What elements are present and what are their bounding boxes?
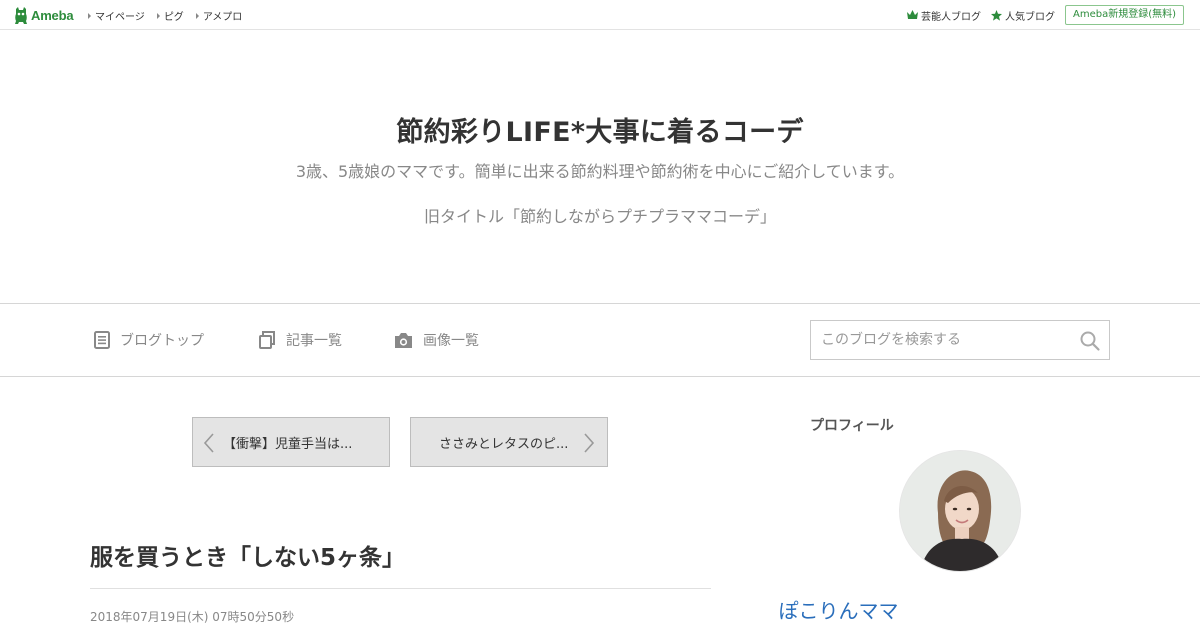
nav-link-label: アメプロ [202,12,243,23]
next-entry-label: ささみとレタスのピ... [439,436,569,452]
blog-former-title: 旧タイトル「節約しながらプチプラママコーデ」 [423,207,776,226]
nav-link-amepro[interactable]: アメプロ [195,8,243,23]
chevron-left-icon [203,433,214,453]
ameba-logo[interactable]: Ameba [14,6,74,24]
document-icon [94,331,110,349]
blog-nav: ブログトップ 記事一覧 画像一覧 [0,304,1200,377]
triangle-right-icon [88,12,91,19]
next-entry-button[interactable]: ささみとレタスのピ... [410,417,608,467]
prev-entry-label: 【衝撃】児童手当は... [223,436,353,452]
search-icon[interactable] [1079,330,1101,352]
global-nav-links: マイページ ピグ アメプロ [88,8,254,23]
triangle-right-icon [156,12,160,19]
copy-icon [259,331,275,349]
nav-link-pigg[interactable]: ピグ [156,8,184,23]
article-title[interactable]: 服を買うとき「しない5ヶ条」 [90,538,405,572]
nav-link-mypage[interactable]: マイページ [88,8,145,23]
popular-blog-label: 人気ブログ [1004,11,1055,23]
article-divider [90,588,711,589]
popular-blog-link[interactable]: 人気ブログ [990,8,1055,23]
prev-entry-button[interactable]: 【衝撃】児童手当は... [192,417,390,467]
crown-icon [906,10,918,19]
avatar[interactable] [899,450,1021,572]
entry-list-link[interactable]: 記事一覧 [259,330,342,350]
logo-text: Ameba [31,7,74,23]
image-list-link[interactable]: 画像一覧 [394,330,479,350]
global-header: Ameba マイページ ピグ アメプロ 芸能人ブログ 人気ブログ Ameba新規… [0,0,1200,30]
camera-icon [395,332,412,348]
signup-button[interactable]: Ameba新規登録(無料) [1064,5,1184,25]
image-list-label: 画像一覧 [423,333,479,349]
star-icon [990,9,1002,21]
nav-link-label: ピグ [163,12,184,23]
ameba-logo-icon [15,6,27,24]
blog-title[interactable]: 節約彩りLIFE*大事に着るコーデ [0,110,1200,149]
profile-name: ぽこりんママ [778,599,899,623]
global-nav-right: 芸能人ブログ 人気ブログ Ameba新規登録(無料) [906,5,1184,25]
triangle-right-icon [195,12,199,19]
blog-description: 3歳、5歳娘のママです。簡単に出来る節約料理や節約術を中心にご紹介しています。 [295,162,905,181]
blog-search [810,320,1110,360]
nav-link-label: マイページ [95,12,145,23]
blog-header: 節約彩りLIFE*大事に着るコーデ 3歳、5歳娘のママです。簡単に出来る節約料理… [0,30,1200,304]
chevron-right-icon [584,433,595,453]
celebrity-blog-label: 芸能人ブログ [920,11,981,23]
entry-list-label: 記事一覧 [286,333,342,349]
profile-heading: プロフィール [810,418,894,434]
profile-photo [900,451,1020,571]
celebrity-blog-link[interactable]: 芸能人ブログ [906,8,981,23]
blog-top-link[interactable]: ブログトップ [94,330,204,350]
search-input[interactable] [811,321,1071,359]
blog-top-label: ブログトップ [120,333,204,349]
profile-name-link[interactable]: ぽこりんママ [0,595,1200,624]
